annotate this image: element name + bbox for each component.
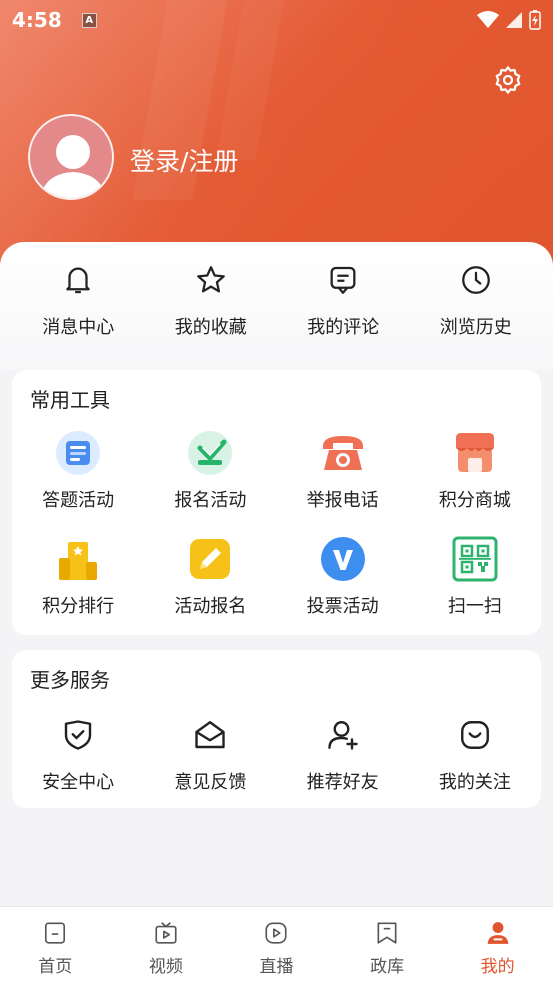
service-label: 推荐好友 [306, 772, 379, 793]
shop-icon [452, 430, 498, 476]
bookmark-icon [373, 919, 401, 947]
settings-button[interactable] [492, 64, 524, 96]
status-bar: 4:58 A [0, 0, 553, 40]
tool-label: 活动报名 [174, 596, 247, 617]
tool-voting[interactable]: 投票活动 [277, 536, 409, 618]
tool-report-phone[interactable]: 举报电话 [277, 430, 409, 512]
service-label: 我的关注 [438, 772, 511, 793]
play-icon [262, 919, 290, 947]
service-feedback[interactable]: 意见反馈 [144, 712, 276, 794]
quick-item-label: 消息中心 [42, 317, 115, 338]
tool-label: 答题活动 [42, 490, 115, 511]
bottom-navigation: 首页 视频 直播 政库 我的 [0, 906, 553, 984]
pencil-icon [187, 536, 233, 582]
qr-scan-icon [452, 536, 498, 582]
nav-label: 视频 [148, 957, 183, 977]
clock-icon [458, 262, 494, 298]
comment-icon [325, 262, 361, 298]
tools-row: 答题活动 报名活动 举报电话 积分商城 [12, 430, 541, 512]
tool-event-signup[interactable]: 活动报名 [144, 536, 276, 618]
signup-check-icon [187, 430, 233, 476]
tool-label: 举报电话 [306, 490, 379, 511]
tv-icon [152, 919, 180, 947]
nav-video[interactable]: 视频 [111, 907, 222, 984]
nav-label: 政库 [370, 957, 405, 977]
nav-policy-library[interactable]: 政库 [332, 907, 443, 984]
quick-item-history[interactable]: 浏览历史 [410, 262, 543, 342]
tool-points-ranking[interactable]: 积分排行 [12, 536, 144, 618]
tool-label: 投票活动 [306, 596, 379, 617]
nav-home[interactable]: 首页 [0, 907, 111, 984]
quick-item-label: 我的收藏 [174, 317, 247, 338]
envelope-open-icon [187, 712, 233, 758]
nav-label: 我的 [480, 957, 515, 977]
home-icon [41, 919, 69, 947]
quick-item-comments[interactable]: 我的评论 [277, 262, 410, 342]
quick-item-label: 浏览历史 [439, 317, 512, 338]
gear-icon [495, 66, 521, 94]
tool-scan[interactable]: 扫一扫 [409, 536, 541, 618]
status-time: 4:58 [12, 8, 62, 32]
tools-section: 常用工具 答题活动 报名活动 举报电话 积分商城 积分排行 活动报名 投票活动 … [12, 370, 541, 635]
battery-icon [529, 10, 541, 30]
quick-item-messages[interactable]: 消息中心 [12, 262, 145, 342]
star-icon [193, 262, 229, 298]
tool-label: 扫一扫 [447, 596, 502, 617]
telephone-icon [320, 430, 366, 476]
services-row: 安全中心 意见反馈 推荐好友 我的关注 [12, 712, 541, 794]
nav-live[interactable]: 直播 [221, 907, 332, 984]
nav-mine[interactable]: 我的 [442, 907, 553, 984]
tool-label: 报名活动 [174, 490, 247, 511]
tool-signup[interactable]: 报名活动 [144, 430, 276, 512]
tool-quiz[interactable]: 答题活动 [12, 430, 144, 512]
tool-label: 积分商城 [438, 490, 511, 511]
nav-label: 首页 [38, 957, 73, 977]
login-register-link[interactable]: 登录/注册 [130, 142, 238, 178]
vote-v-icon [320, 536, 366, 582]
service-label: 意见反馈 [174, 772, 247, 793]
quick-item-favorites[interactable]: 我的收藏 [145, 262, 278, 342]
status-icons [477, 10, 541, 30]
signal-icon [506, 12, 522, 28]
quiz-card-icon [55, 430, 101, 476]
quick-item-label: 我的评论 [307, 317, 380, 338]
tool-points-mall[interactable]: 积分商城 [409, 430, 541, 512]
quick-actions-row: 消息中心 我的收藏 我的评论 浏览历史 [0, 262, 553, 342]
user-icon [484, 919, 512, 947]
tool-label: 积分排行 [42, 596, 115, 617]
service-my-follows[interactable]: 我的关注 [409, 712, 541, 794]
default-avatar-icon [40, 135, 106, 198]
service-label: 安全中心 [42, 772, 115, 793]
section-title: 更多服务 [30, 668, 110, 692]
service-invite-friend[interactable]: 推荐好友 [277, 712, 409, 794]
section-title: 常用工具 [30, 388, 110, 412]
services-section: 更多服务 安全中心 意见反馈 推荐好友 我的关注 [12, 650, 541, 808]
notification-icon: A [81, 12, 97, 28]
bell-icon [60, 262, 96, 298]
nav-label: 直播 [259, 957, 294, 977]
wifi-icon [477, 11, 499, 28]
avatar[interactable] [28, 114, 114, 200]
tools-row: 积分排行 活动报名 投票活动 扫一扫 [12, 536, 541, 618]
ranking-podium-icon [55, 536, 101, 582]
shield-check-icon [55, 712, 101, 758]
smile-box-icon [452, 712, 498, 758]
add-user-icon [320, 712, 366, 758]
service-security[interactable]: 安全中心 [12, 712, 144, 794]
